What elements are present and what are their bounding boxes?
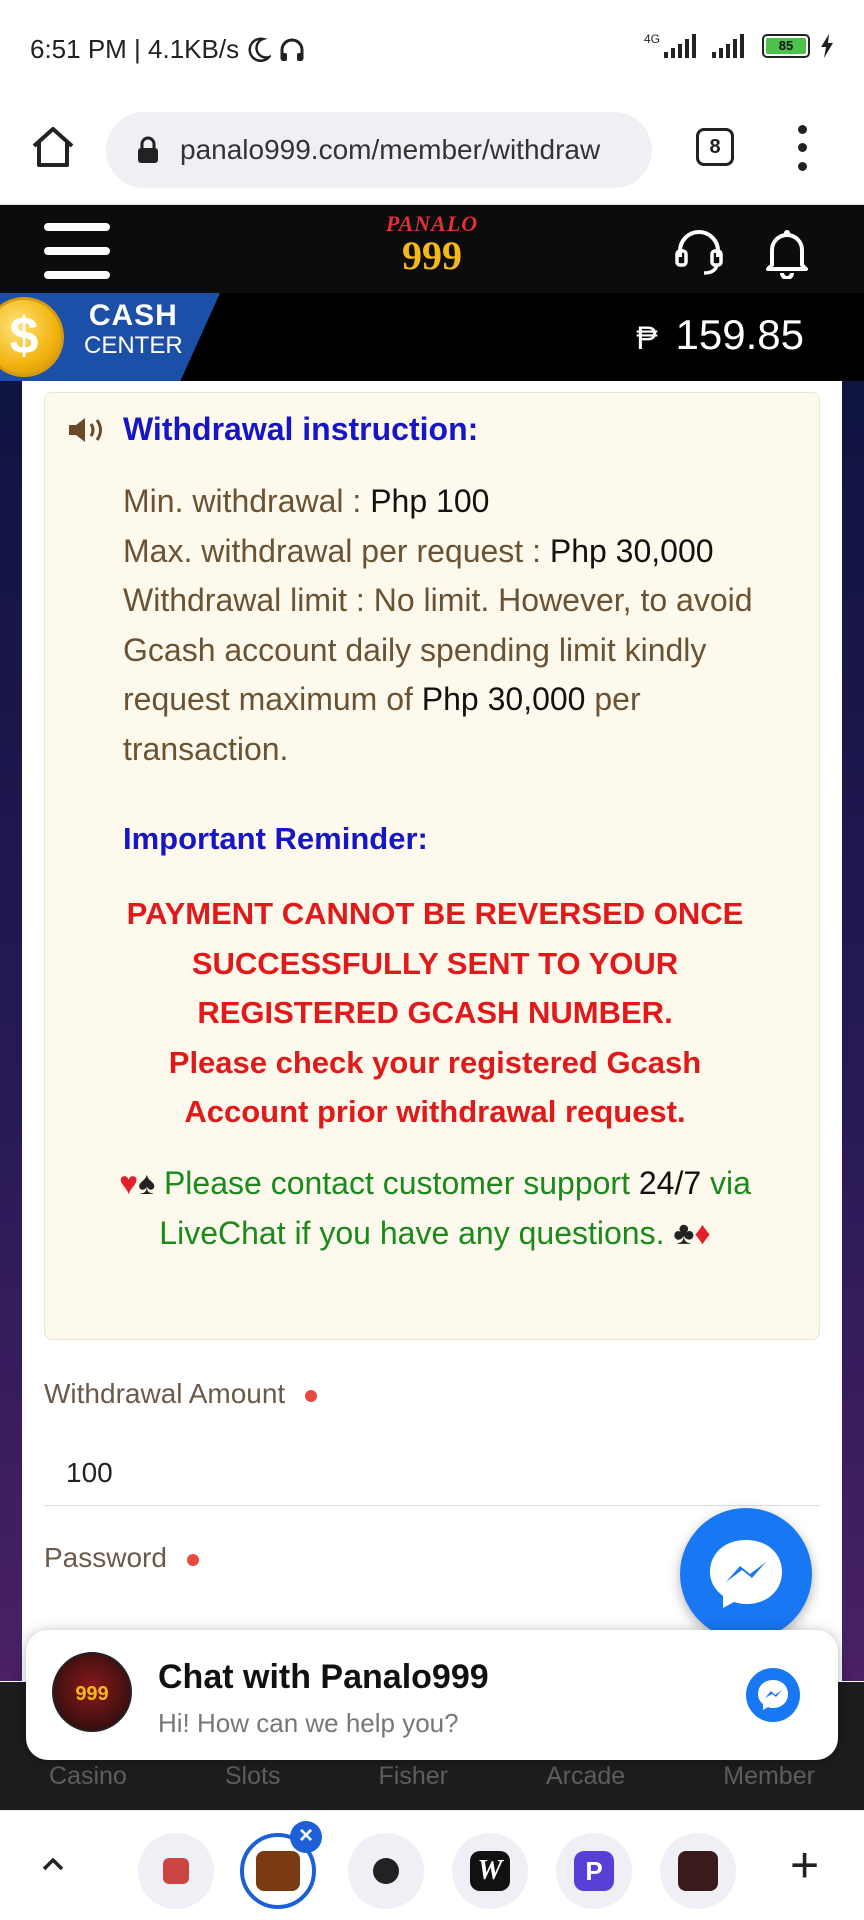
chat-popup[interactable]: 999 Chat with Panalo999 Hi! How can we h… (26, 1630, 838, 1760)
cash-label-line1: CASH (88, 299, 178, 332)
browser-menu-icon[interactable] (790, 120, 814, 176)
browser-bottom-bar: × W P + (0, 1810, 864, 1920)
app-bubble-game[interactable] (660, 1833, 736, 1909)
nav-slots[interactable]: Slots (225, 1762, 281, 1791)
url-text[interactable]: panalo999.com/member/withdraw (180, 134, 600, 166)
nav-casino[interactable]: Casino (49, 1762, 127, 1791)
diamond-suit-icon: ♦ (694, 1214, 711, 1251)
close-tab-icon[interactable]: × (290, 1821, 322, 1853)
nav-arcade[interactable]: Arcade (546, 1762, 625, 1791)
cash-label-line2: CENTER (84, 332, 183, 359)
lock-icon (138, 136, 158, 163)
charging-icon (821, 34, 833, 58)
wallet-balance: ₱ 159.85 (636, 311, 804, 359)
max-withdrawal-line: Max. withdrawal per request : Php 30,000 (123, 532, 714, 569)
nav-member[interactable]: Member (723, 1762, 815, 1791)
club-suit-icon: ♣ (673, 1214, 695, 1251)
cash-center-bar: $ CASH CENTER ₱ 159.85 (0, 293, 864, 381)
battery-level: 85 (766, 38, 806, 54)
withdrawal-limit-line: Withdrawal limit : No limit. However, to… (123, 582, 753, 767)
withdrawal-notice: Withdrawal instruction: Min. withdrawal … (44, 392, 820, 1340)
logo-number: 999 (402, 233, 462, 278)
hamburger-menu-icon[interactable] (44, 223, 110, 279)
signal-icon (664, 34, 696, 58)
spade-suit-icon: ♠ (138, 1165, 156, 1201)
required-indicator (305, 1389, 318, 1402)
moon-icon (248, 37, 272, 62)
notice-title: Withdrawal instruction: (67, 411, 478, 448)
required-indicator (186, 1553, 199, 1566)
chat-avatar: 999 (52, 1652, 132, 1732)
password-label: Password (44, 1542, 199, 1574)
signal-icon-2 (712, 34, 744, 58)
headset-support-icon[interactable] (672, 225, 726, 279)
chat-subtitle: Hi! How can we help you? (158, 1708, 459, 1738)
new-tab-plus-icon[interactable]: + (790, 1837, 819, 1893)
headphones-icon (280, 38, 304, 61)
reminder-title: Important Reminder: (123, 821, 428, 856)
nav-fisher[interactable]: Fisher (379, 1762, 448, 1791)
tab-switcher-button[interactable]: 8 (696, 128, 734, 166)
messenger-small-icon[interactable] (746, 1668, 800, 1722)
status-bar: 6:51 PM | 4.1KB/s 4G 85 (0, 0, 864, 100)
support-message: ♥♠ Please contact customer support 24/7 … (119, 1165, 751, 1251)
browser-toolbar: panalo999.com/member/withdraw 8 (0, 100, 864, 205)
status-left: 6:51 PM | 4.1KB/s (30, 34, 305, 65)
battery-icon: 85 (762, 34, 810, 58)
site-logo[interactable]: PANALO 999 (370, 211, 494, 287)
warning-line-1: PAYMENT CANNOT BE REVERSED ONCE SUCCESSF… (126, 896, 744, 1030)
speaker-icon (69, 417, 102, 442)
site-header: PANALO 999 (0, 205, 864, 293)
chevron-up-icon[interactable] (38, 1849, 68, 1879)
warning-line-2: Please check your registered Gcash Accou… (168, 1044, 702, 1130)
app-bubble-w[interactable]: W (452, 1833, 528, 1909)
bottom-nav-items: Casino Slots Fisher Arcade Member (0, 1762, 864, 1791)
withdrawal-amount-input[interactable] (44, 1440, 820, 1506)
bell-notification-icon[interactable] (760, 225, 814, 279)
messenger-icon (710, 1540, 782, 1608)
balance-amount: 159.85 (675, 311, 804, 358)
status-time: 6:51 PM | 4.1KB/s (30, 34, 240, 64)
messenger-chat-button[interactable] (680, 1508, 812, 1640)
app-bubble-p[interactable]: P (556, 1833, 632, 1909)
network-type: 4G (643, 32, 660, 46)
app-bubble-globe[interactable] (348, 1833, 424, 1909)
status-right: 4G 85 (643, 32, 834, 58)
reminder-warning: PAYMENT CANNOT BE REVERSED ONCE SUCCESSF… (85, 889, 785, 1137)
instruction-title: Withdrawal instruction: (123, 411, 479, 447)
withdrawal-amount-label: Withdrawal Amount (44, 1378, 318, 1410)
min-withdrawal-line: Min. withdrawal : Php 100 (123, 483, 490, 519)
cash-center-label: CASH CENTER (84, 301, 183, 361)
heart-suit-icon: ♥ (119, 1165, 139, 1201)
chat-title: Chat with Panalo999 (158, 1658, 489, 1696)
app-bubble-1[interactable] (138, 1833, 214, 1909)
currency-symbol: ₱ (636, 320, 658, 356)
address-bar[interactable]: panalo999.com/member/withdraw (106, 112, 652, 188)
instruction-list: Min. withdrawal : Php 100 Max. withdrawa… (123, 477, 803, 774)
home-icon[interactable] (28, 122, 78, 172)
